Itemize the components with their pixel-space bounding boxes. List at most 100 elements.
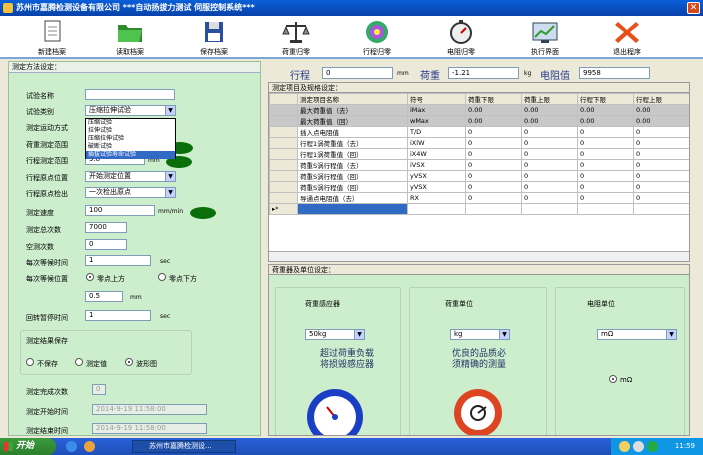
save-none-radio[interactable] (26, 358, 34, 366)
row-header[interactable] (269, 181, 298, 193)
table-row[interactable]: 最大荷重值（回） wMax 0.00 0.00 0.00 0.00 (269, 115, 689, 127)
table-cell[interactable]: 0 (521, 148, 578, 160)
table-cell[interactable]: 0 (521, 159, 578, 171)
table-cell[interactable]: 0 (521, 126, 578, 138)
new-row[interactable]: ▸* (269, 203, 689, 215)
table-cell[interactable]: 0 (465, 159, 522, 171)
table-cell[interactable]: 0 (465, 137, 522, 149)
dropdown-option[interactable]: 压缩拉伸试验 (86, 135, 175, 143)
table-cell[interactable]: 0.00 (465, 115, 522, 127)
row-header[interactable] (269, 137, 298, 149)
table-cell[interactable]: 导通点电阻值（去） (297, 192, 408, 204)
spec-table[interactable]: 测定项目名称 符号 荷重下限 荷重上限 行程下限 行程上限 最大荷重值（去） iM… (269, 93, 689, 215)
table-cell[interactable]: 0 (577, 126, 634, 138)
table-cell[interactable]: 最大荷重值（回） (297, 115, 408, 127)
table-row[interactable]: 行程1涡荷重值（回） iX4W 0 0 0 0 (269, 148, 689, 160)
table-cell[interactable]: 0.00 (521, 104, 578, 116)
chevron-down-icon[interactable]: ▼ (499, 330, 509, 339)
row-header[interactable] (269, 126, 298, 138)
table-cell[interactable]: T/D (407, 126, 466, 138)
table-row[interactable]: 荷重S涡行程值（去） iVSX 0 0 0 0 (269, 159, 689, 171)
tray-icon[interactable] (619, 441, 630, 452)
table-cell[interactable]: 0 (465, 126, 522, 138)
new-file-button[interactable]: 新建档案 (30, 16, 74, 59)
speed-input[interactable]: 100 (85, 205, 155, 216)
load-zero-button[interactable]: 荷重归零 (274, 16, 318, 59)
column-header[interactable]: 测定项目名称 (297, 93, 408, 105)
chevron-down-icon[interactable]: ▼ (354, 330, 364, 339)
table-cell[interactable] (577, 203, 634, 215)
origin-detect-select[interactable]: 一次检出原点 ▼ (85, 187, 176, 198)
table-cell[interactable]: iXlW (407, 137, 466, 149)
column-header[interactable]: 行程下限 (577, 93, 634, 105)
row-header[interactable] (269, 115, 298, 127)
table-cell[interactable]: 0 (465, 170, 522, 182)
dropdown-option[interactable]: 拉伸试验 (86, 127, 175, 135)
dropdown-option[interactable]: 压缩试验 (86, 119, 175, 127)
table-cell[interactable]: 行程1涡荷重值（去） (297, 137, 408, 149)
resistance-unit-radio[interactable] (609, 375, 617, 383)
table-cell[interactable]: 0 (521, 192, 578, 204)
table-cell[interactable]: iVSX (407, 159, 466, 171)
table-row[interactable]: 行程1涡荷重值（去） iXlW 0 0 0 0 (269, 137, 689, 149)
table-cell[interactable]: 0 (521, 170, 578, 182)
table-cell[interactable]: 行程1涡荷重值（回） (297, 148, 408, 160)
test-name-input[interactable] (85, 89, 175, 100)
dropdown-option[interactable]: 破断试验 (86, 143, 175, 151)
table-cell[interactable]: 最大荷重值（去） (297, 104, 408, 116)
table-row[interactable]: 插入点电阻值 T/D 0 0 0 0 (269, 126, 689, 138)
table-cell[interactable]: 0.00 (521, 115, 578, 127)
origin-pos-select[interactable]: 开始测定位置 ▼ (85, 171, 176, 182)
sensor-select[interactable]: 50kg ▼ (305, 329, 365, 340)
ie-icon[interactable] (66, 441, 77, 452)
close-window-button[interactable]: ✕ (687, 2, 700, 14)
total-count-input[interactable]: 7000 (85, 222, 127, 233)
tray-icon[interactable] (647, 441, 658, 452)
taskbar-app-button[interactable]: 苏州市嘉腾检测设... (132, 440, 236, 453)
table-cell[interactable]: 0 (633, 170, 689, 182)
table-cell[interactable]: 0 (633, 148, 689, 160)
table-cell[interactable]: 0.00 (633, 104, 689, 116)
chevron-down-icon[interactable]: ▼ (165, 172, 175, 181)
row-header[interactable] (269, 170, 298, 182)
offset-input[interactable]: 0.5 (85, 291, 123, 302)
column-header[interactable]: 符号 (407, 93, 466, 105)
table-cell[interactable]: iX4W (407, 148, 466, 160)
table-cell[interactable]: iMax (407, 104, 466, 116)
column-header[interactable]: 行程上限 (633, 93, 689, 105)
tray-icon[interactable] (633, 441, 644, 452)
table-row[interactable]: 最大荷重值（去） iMax 0.00 0.00 0.00 0.00 (269, 104, 689, 116)
column-header[interactable]: 荷重上限 (521, 93, 578, 105)
wait-pos-above-radio[interactable] (86, 273, 94, 281)
table-cell[interactable]: 0 (577, 192, 634, 204)
open-file-button[interactable]: 读取档案 (108, 16, 152, 59)
table-row[interactable]: 导通点电阻值（去） RX 0 0 0 0 (269, 192, 689, 204)
row-header[interactable] (269, 192, 298, 204)
table-cell[interactable]: 0.00 (577, 104, 634, 116)
table-cell[interactable]: 插入点电阻值 (297, 126, 408, 138)
horizontal-scrollbar[interactable] (269, 251, 689, 261)
table-cell[interactable] (297, 203, 408, 215)
table-cell[interactable] (521, 203, 578, 215)
table-row[interactable]: 荷重S涡行程值（回） yVSX 0 0 0 0 (269, 181, 689, 193)
exit-button[interactable]: 退出程序 (602, 16, 652, 59)
wait-time-input[interactable]: 1 (85, 255, 151, 266)
row-header[interactable] (269, 104, 298, 116)
table-cell[interactable]: RX (407, 192, 466, 204)
test-type-select[interactable]: 压缩拉伸试验 ▼ (85, 105, 176, 116)
table-cell[interactable]: yVSX (407, 170, 466, 182)
exec-screen-button[interactable]: 执行界面 (520, 16, 570, 59)
table-cell[interactable]: 0 (577, 137, 634, 149)
table-cell[interactable]: 荷重S涡行程值（回） (297, 181, 408, 193)
wait-pos-below-radio[interactable] (158, 273, 166, 281)
table-cell[interactable]: 0 (521, 137, 578, 149)
table-cell[interactable] (407, 203, 466, 215)
table-cell[interactable]: 0 (577, 170, 634, 182)
return-pause-input[interactable]: 1 (85, 310, 151, 321)
table-cell[interactable] (633, 203, 689, 215)
table-cell[interactable]: 0 (465, 181, 522, 193)
table-cell[interactable]: 0.00 (465, 104, 522, 116)
table-cell[interactable]: 0 (633, 192, 689, 204)
dropdown-option-selected[interactable]: 插拔试验寿命试验 (86, 151, 175, 159)
start-button[interactable]: 开始 (0, 438, 56, 455)
